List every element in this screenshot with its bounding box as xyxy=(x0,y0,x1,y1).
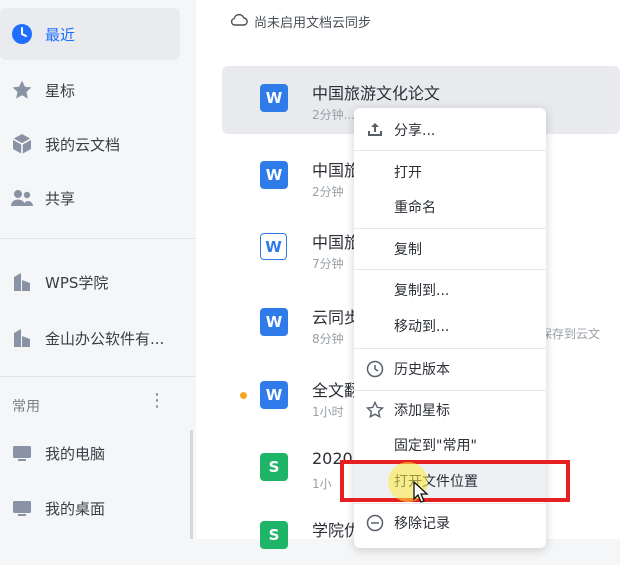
file-name: 全文翻 xyxy=(312,381,361,400)
menu-item-label: 打开 xyxy=(394,165,422,181)
sidebar-item-label: 我的电脑 xyxy=(45,444,106,463)
file-path-text: 保存到云文 xyxy=(540,327,601,341)
menu-divider xyxy=(354,390,546,391)
word-doc-icon: W xyxy=(260,84,288,112)
sidebar-item-label: 我的云文档 xyxy=(45,135,121,154)
more-options-icon[interactable]: ⋮ xyxy=(148,390,166,411)
clock-icon xyxy=(366,360,384,378)
section-title: 常用 xyxy=(12,399,40,415)
menu-divider xyxy=(354,503,546,504)
menu-item-label: 添加星标 xyxy=(394,403,450,419)
menu-item-copy-to[interactable]: 复制到... xyxy=(354,272,546,308)
menu-item-label: 复制到... xyxy=(394,283,450,299)
cloud-icon xyxy=(230,13,248,31)
sidebar-item-my-desktop[interactable]: 我的桌面 xyxy=(0,482,180,534)
menu-item-remove-record[interactable]: 移除记录 xyxy=(354,505,546,541)
building-icon xyxy=(10,326,34,350)
menu-item-label: 移除记录 xyxy=(394,516,450,532)
menu-item-label: 移动到... xyxy=(394,319,450,335)
menu-item-share[interactable]: 分享... xyxy=(354,112,546,148)
sidebar-item-label: 我的桌面 xyxy=(45,499,106,518)
file-meta: 1小 xyxy=(312,477,332,491)
menu-item-rename[interactable]: 重命名 xyxy=(354,189,546,225)
file-name: 学院优 xyxy=(312,521,361,540)
desktop-icon xyxy=(10,496,34,520)
menu-item-label: 历史版本 xyxy=(394,362,450,378)
cube-icon xyxy=(10,132,34,156)
sidebar-item-label: 最近 xyxy=(45,25,76,44)
file-meta: 1小时 xyxy=(312,405,344,419)
people-icon xyxy=(10,186,34,210)
sidebar-divider xyxy=(0,238,196,239)
spreadsheet-icon: S xyxy=(260,453,288,481)
menu-divider xyxy=(354,269,546,270)
file-meta: 2分钟... xyxy=(312,108,356,122)
mouse-cursor-icon xyxy=(412,480,430,509)
menu-item-copy[interactable]: 复制 xyxy=(354,231,546,267)
sync-status[interactable]: 尚未启用文档云同步 xyxy=(230,12,371,31)
share-icon xyxy=(366,121,384,139)
file-meta: 8分钟 xyxy=(312,332,344,346)
file-name: 中国旅 xyxy=(312,161,361,180)
sidebar-item-cloud-docs[interactable]: 我的云文档 xyxy=(0,118,180,170)
sidebar-divider xyxy=(0,376,196,377)
menu-item-add-star[interactable]: 添加星标 xyxy=(354,392,546,428)
sidebar-item-recent[interactable]: 最近 xyxy=(0,8,180,60)
sidebar-item-wps-academy[interactable]: WPS学院 xyxy=(0,256,180,308)
star-outline-icon xyxy=(366,401,384,419)
sidebar-item-starred[interactable]: 星标 xyxy=(0,64,180,116)
building-icon xyxy=(10,270,34,294)
file-name: 中国旅游文化论文 xyxy=(312,84,441,103)
menu-item-open[interactable]: 打开 xyxy=(354,154,546,190)
word-doc-icon: W xyxy=(260,161,288,189)
menu-divider xyxy=(354,150,546,151)
menu-item-label: 分享... xyxy=(394,123,436,139)
unread-dot xyxy=(240,392,247,399)
word-doc-icon: W xyxy=(260,381,288,409)
remove-icon xyxy=(366,514,384,532)
computer-icon xyxy=(10,441,34,465)
sync-status-text: 尚未启用文档云同步 xyxy=(254,16,372,31)
sidebar-item-label: WPS学院 xyxy=(45,273,109,292)
word-doc-icon: W xyxy=(260,308,288,336)
sidebar-item-my-computer[interactable]: 我的电脑 xyxy=(0,427,180,479)
file-name: 中国旅 xyxy=(312,233,361,252)
star-icon xyxy=(10,78,34,102)
file-meta: 2分钟 xyxy=(312,185,344,199)
clock-icon xyxy=(10,22,34,46)
sidebar-item-shared[interactable]: 共享 xyxy=(0,172,180,224)
word-doc-icon: W xyxy=(260,233,287,260)
menu-divider xyxy=(354,348,546,349)
scrollbar[interactable] xyxy=(190,430,193,539)
menu-item-label: 重命名 xyxy=(394,200,436,216)
sidebar-item-label: 金山办公软件有... xyxy=(45,329,165,348)
menu-item-pin[interactable]: 固定到"常用" xyxy=(354,427,546,463)
file-name: 云同步 xyxy=(312,308,361,327)
menu-item-history[interactable]: 历史版本 xyxy=(354,351,546,387)
sidebar-item-label: 星标 xyxy=(45,81,76,100)
menu-item-label: 复制 xyxy=(394,242,422,258)
sidebar-item-label: 共享 xyxy=(45,189,76,208)
annotation-highlight-box xyxy=(340,460,570,502)
menu-item-label: 固定到"常用" xyxy=(394,438,477,454)
spreadsheet-icon: S xyxy=(260,521,288,549)
sidebar-item-kingsoft[interactable]: 金山办公软件有... xyxy=(0,312,180,364)
file-meta: 7分钟 xyxy=(312,257,344,271)
menu-item-move-to[interactable]: 移动到... xyxy=(354,308,546,344)
sidebar: 最近 星标 我的云文档 共享 WPS学院 金山办公软件有... 常用 ⋮ 我的电… xyxy=(0,0,196,539)
menu-divider xyxy=(354,228,546,229)
